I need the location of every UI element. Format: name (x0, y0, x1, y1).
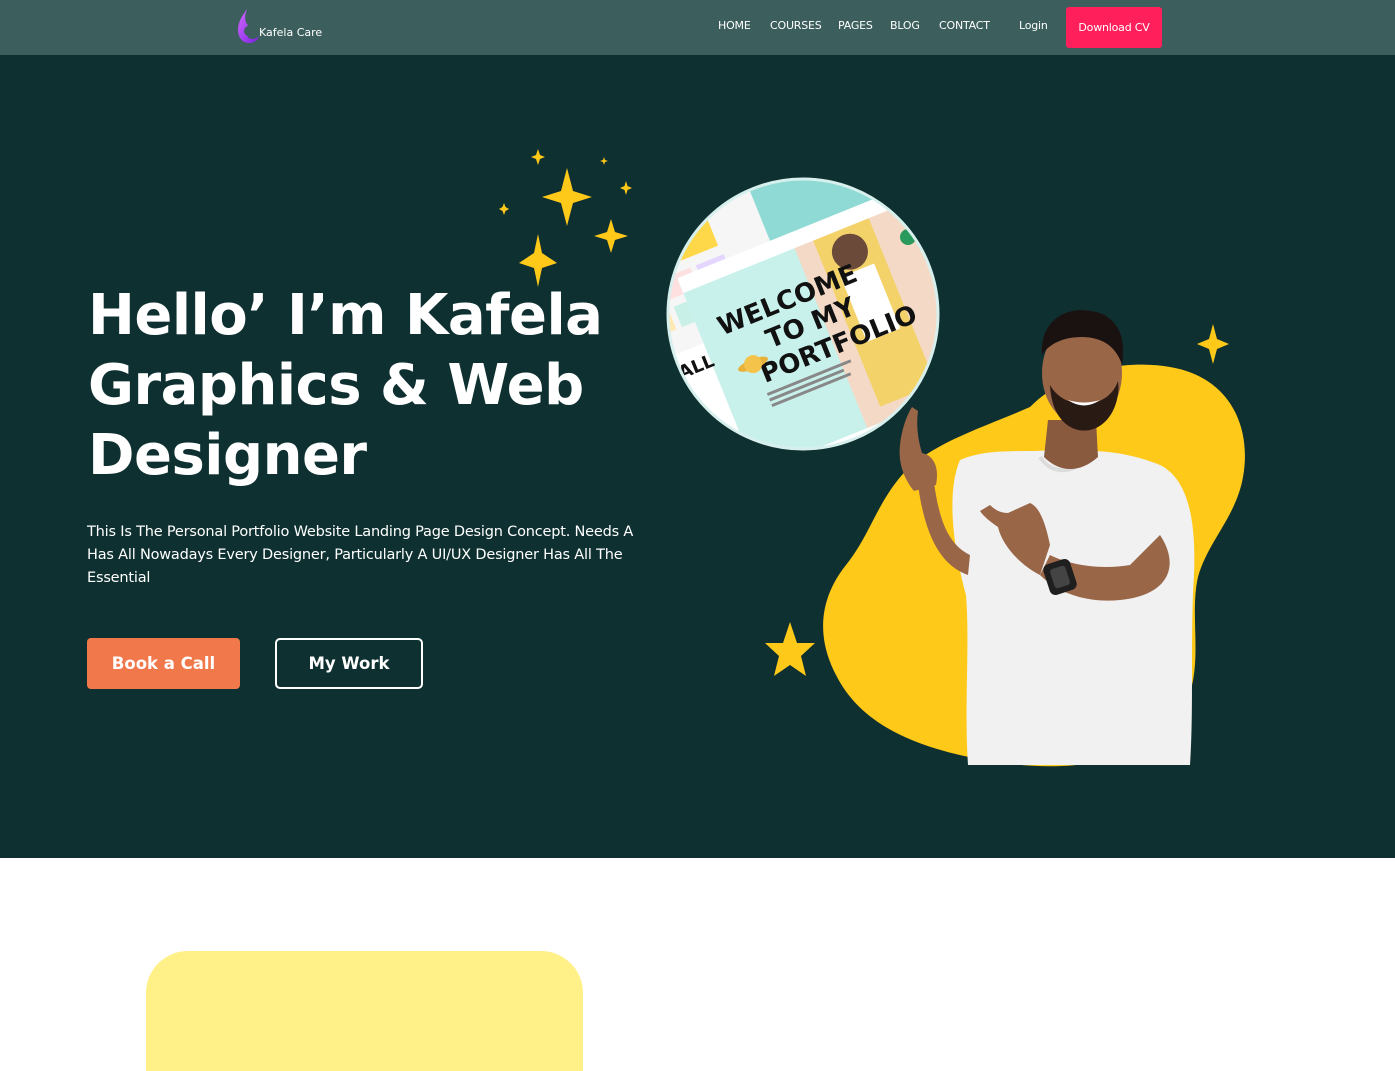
nav-link-blog[interactable]: BLOG (890, 19, 920, 32)
hero-description: This Is The Personal Portfolio Website L… (87, 524, 634, 586)
hero-heading-line-1: Hello’ I’m Kafela (88, 283, 603, 348)
top-navbar: Kafela Care HOME COURSES PAGES BLOG CONT… (0, 0, 1395, 55)
hero-heading-line-2: Graphics & Web (88, 353, 584, 418)
hero-heading-line-3: Designer (88, 423, 367, 488)
yellow-blob-shape (823, 364, 1245, 767)
hero-section: WELCOME TO MY PORTFOLIO ALL Hello’ I’m K… (0, 55, 1395, 858)
about-image-card (146, 951, 583, 1071)
brand-name: Kafela Care (259, 25, 323, 39)
book-call-button[interactable]: Book a Call (87, 638, 240, 689)
nav-link-contact[interactable]: CONTACT (939, 19, 990, 32)
brand-logo[interactable]: Kafela Care (232, 8, 322, 46)
portfolio-preview-image: WELCOME TO MY PORTFOLIO ALL (668, 179, 938, 449)
portfolio-tomy-text: TO MY (762, 292, 861, 355)
nav-link-home[interactable]: HOME (718, 19, 751, 32)
nav-link-courses[interactable]: COURSES (770, 19, 822, 32)
portfolio-welcome-text: WELCOME (713, 259, 861, 342)
nav-link-pages[interactable]: PAGES (838, 19, 873, 32)
hero-heading: Hello’ I’m Kafela Graphics & Web Designe… (88, 281, 648, 491)
portfolio-side-text: ALL (675, 350, 717, 383)
my-work-button[interactable]: My Work (275, 638, 423, 689)
person-illustration (899, 310, 1195, 765)
login-link[interactable]: Login (1019, 19, 1048, 32)
flame-logo-icon (238, 9, 259, 43)
portfolio-portfolio-text: PORTFOLIO (756, 300, 921, 390)
download-cv-button[interactable]: Download CV (1066, 7, 1162, 48)
about-section (0, 858, 1395, 1071)
